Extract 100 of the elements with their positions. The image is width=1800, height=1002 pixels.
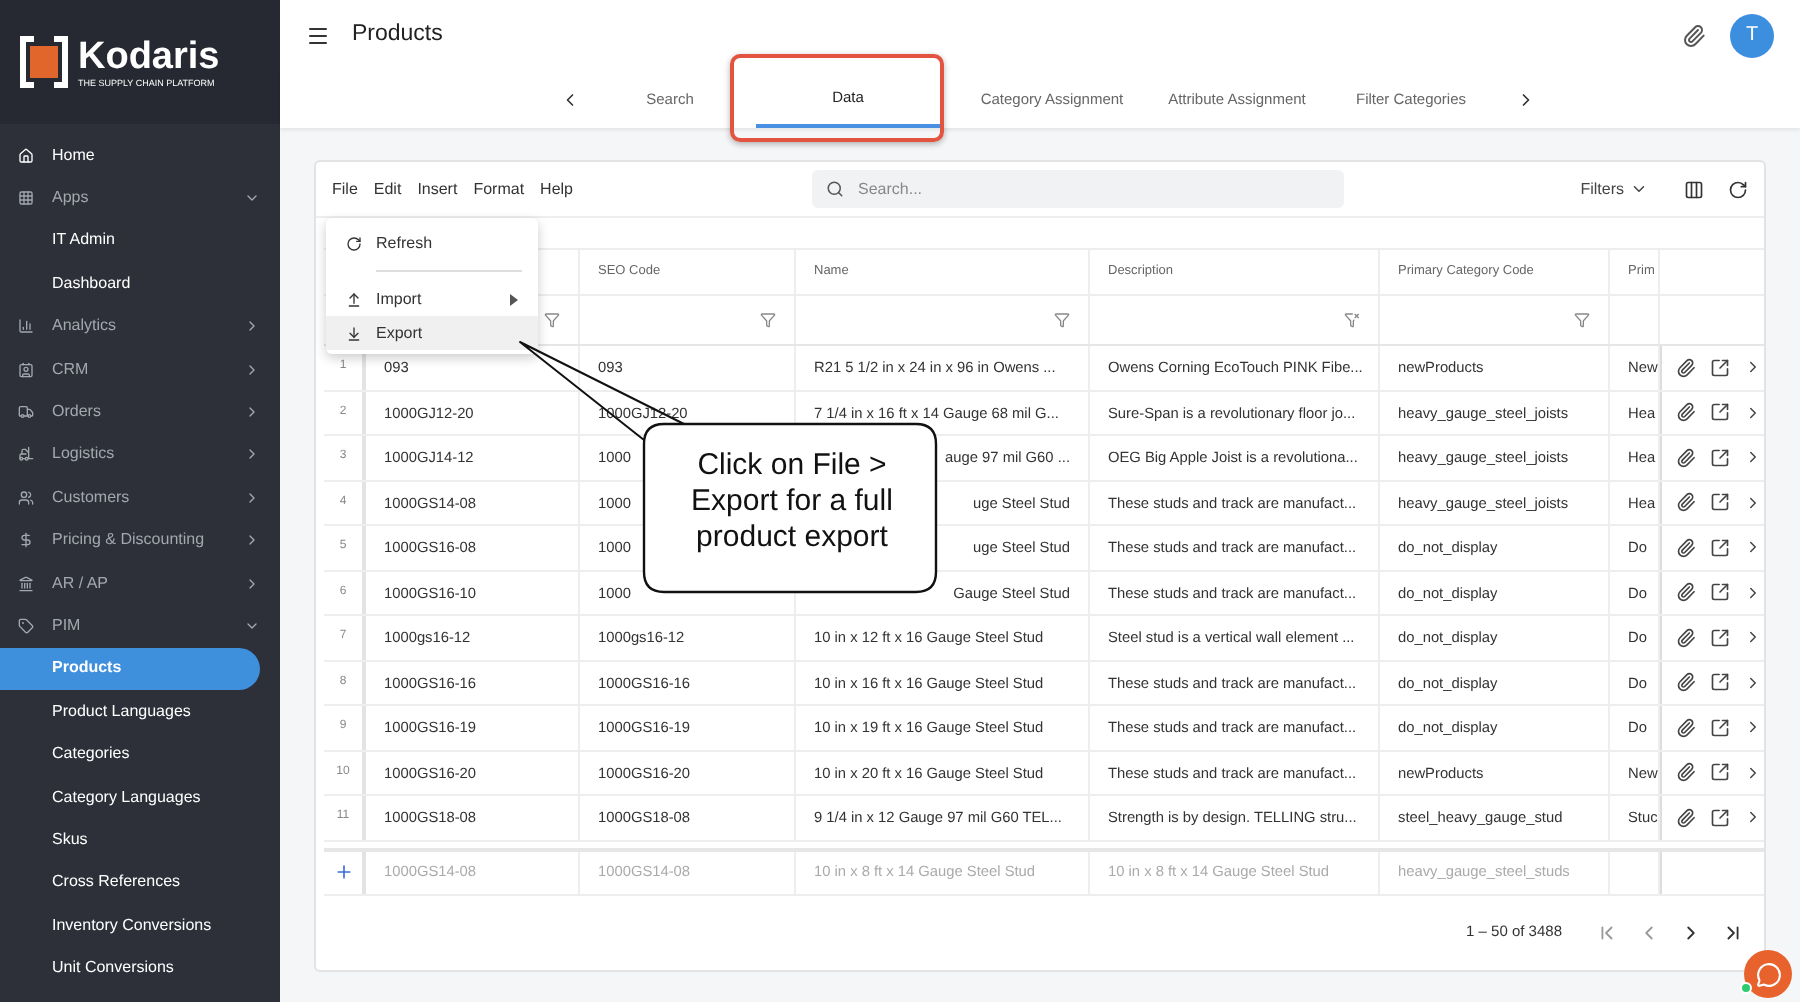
chevron-right-icon[interactable] xyxy=(1744,673,1762,692)
menu-item[interactable]: Export xyxy=(326,316,538,350)
filter-icon[interactable] xyxy=(1574,312,1590,328)
sidebar-subitem[interactable]: Cross References xyxy=(0,861,260,905)
sidebar-item[interactable]: PIM xyxy=(0,604,280,648)
sidebar-item[interactable]: Apps xyxy=(0,176,280,220)
sidebar-subitem[interactable]: Categories xyxy=(0,732,260,776)
sidebar-item[interactable]: Home xyxy=(0,134,280,177)
chevron-down-icon xyxy=(1630,180,1648,198)
dollar-icon xyxy=(18,532,34,549)
chevron-right-icon[interactable] xyxy=(1744,403,1762,422)
menu-icon[interactable] xyxy=(306,23,330,47)
menu-button[interactable]: Format xyxy=(473,177,525,201)
filter-icon[interactable] xyxy=(544,312,560,328)
chevron-right-icon xyxy=(244,318,260,335)
chevron-right-icon[interactable] xyxy=(1744,628,1762,647)
filter-icon[interactable] xyxy=(1054,312,1070,328)
search-input[interactable]: Search... xyxy=(858,177,1318,201)
search-field[interactable]: Search... xyxy=(812,170,1344,208)
sidebar-subitem[interactable]: Product Languages xyxy=(0,690,260,733)
grid-icon xyxy=(18,190,34,207)
callout-text: Click on File > Export for a full product export xyxy=(689,448,895,556)
paperclip-icon[interactable] xyxy=(1676,447,1696,468)
sidebar-item[interactable]: Orders xyxy=(0,390,280,434)
sidebar-subitem[interactable]: Unit Conversions xyxy=(0,946,260,990)
sidebar-subitem[interactable]: IT Admin xyxy=(0,219,260,263)
sidebar-item[interactable]: CRM xyxy=(0,347,280,391)
sidebar-item[interactable]: Analytics xyxy=(0,305,280,348)
open-external-icon[interactable] xyxy=(1710,447,1730,468)
paperclip-icon[interactable] xyxy=(1676,582,1696,603)
first-page-icon[interactable] xyxy=(1596,921,1618,943)
sidebar-subitem[interactable]: Inventory Conversions xyxy=(0,904,260,947)
sidebar-subitem[interactable]: Category Languages xyxy=(0,775,260,819)
paperclip-icon[interactable] xyxy=(1676,492,1696,513)
forklift-icon xyxy=(18,446,34,463)
paperclip-icon[interactable] xyxy=(1676,402,1696,423)
sidebar-subitem[interactable]: Dashboard xyxy=(0,262,260,306)
refresh-icon[interactable] xyxy=(1728,179,1748,199)
chevron-right-icon[interactable] xyxy=(1744,718,1762,737)
open-external-icon[interactable] xyxy=(1710,627,1730,648)
sidebar-item[interactable]: Logistics xyxy=(0,433,280,477)
chevron-right-icon[interactable] xyxy=(1744,583,1762,602)
open-external-icon[interactable] xyxy=(1710,537,1730,558)
chevron-right-icon[interactable] xyxy=(1744,448,1762,467)
open-external-icon[interactable] xyxy=(1710,672,1730,693)
submenu-arrow-icon xyxy=(510,293,518,305)
paperclip-icon[interactable] xyxy=(1676,537,1696,558)
search-icon xyxy=(826,180,844,198)
paperclip-icon[interactable] xyxy=(1682,23,1706,47)
chevron-right-icon[interactable] xyxy=(1744,763,1762,782)
open-external-icon[interactable] xyxy=(1710,492,1730,513)
page-title: Products xyxy=(352,19,445,50)
last-page-icon[interactable] xyxy=(1722,921,1744,943)
truck-icon xyxy=(18,404,34,421)
brand-name: Kodaris xyxy=(78,37,220,77)
open-external-icon[interactable] xyxy=(1710,582,1730,603)
chevron-right-icon xyxy=(244,532,260,549)
filter-clear-icon[interactable] xyxy=(1344,312,1360,328)
chevron-right-icon xyxy=(244,489,260,506)
open-external-icon[interactable] xyxy=(1710,807,1730,828)
menu-item[interactable]: Import xyxy=(326,282,538,316)
menu-item[interactable]: Refresh xyxy=(326,226,538,260)
filter-icon[interactable] xyxy=(760,312,776,328)
chevron-right-icon xyxy=(244,446,260,463)
users-icon xyxy=(18,489,34,506)
logo-icon xyxy=(20,36,68,88)
filters-button[interactable]: Filters xyxy=(1580,177,1648,201)
add-row-icon[interactable] xyxy=(333,862,353,882)
chevron-right-icon[interactable] xyxy=(1744,493,1762,512)
contact-card-icon xyxy=(18,361,34,378)
tag-icon xyxy=(18,617,34,634)
upload-icon xyxy=(346,291,362,307)
sidebar-item[interactable]: Pricing & Discounting xyxy=(0,519,280,562)
sidebar-item[interactable]: Customers xyxy=(0,476,280,520)
columns-icon[interactable] xyxy=(1684,179,1704,199)
open-external-icon[interactable] xyxy=(1710,717,1730,738)
chevron-right-icon[interactable] xyxy=(1744,538,1762,557)
menu-button[interactable]: Edit xyxy=(373,177,402,201)
open-external-icon[interactable] xyxy=(1710,762,1730,783)
open-external-icon[interactable] xyxy=(1710,357,1730,378)
open-external-icon[interactable] xyxy=(1710,402,1730,423)
chevron-right-icon xyxy=(244,361,260,378)
paperclip-icon[interactable] xyxy=(1676,672,1696,693)
home-icon xyxy=(18,147,34,164)
sidebar-item[interactable]: AR / AP xyxy=(0,561,280,605)
chevron-right-icon xyxy=(244,575,260,592)
chart-icon xyxy=(18,318,34,335)
sidebar-subitem[interactable]: Skus xyxy=(0,818,260,862)
paperclip-icon[interactable] xyxy=(1676,627,1696,648)
download-icon xyxy=(346,325,362,341)
paperclip-icon[interactable] xyxy=(1676,762,1696,783)
menu-button[interactable]: File xyxy=(332,177,358,201)
menu-button[interactable]: Insert xyxy=(417,177,458,201)
paperclip-icon[interactable] xyxy=(1676,717,1696,738)
paperclip-icon[interactable] xyxy=(1676,357,1696,378)
refresh-icon xyxy=(346,235,362,251)
chevron-right-icon[interactable] xyxy=(1744,808,1762,827)
menu-button[interactable]: Help xyxy=(540,177,573,201)
paperclip-icon[interactable] xyxy=(1676,807,1696,828)
chevron-right-icon[interactable] xyxy=(1744,358,1762,377)
